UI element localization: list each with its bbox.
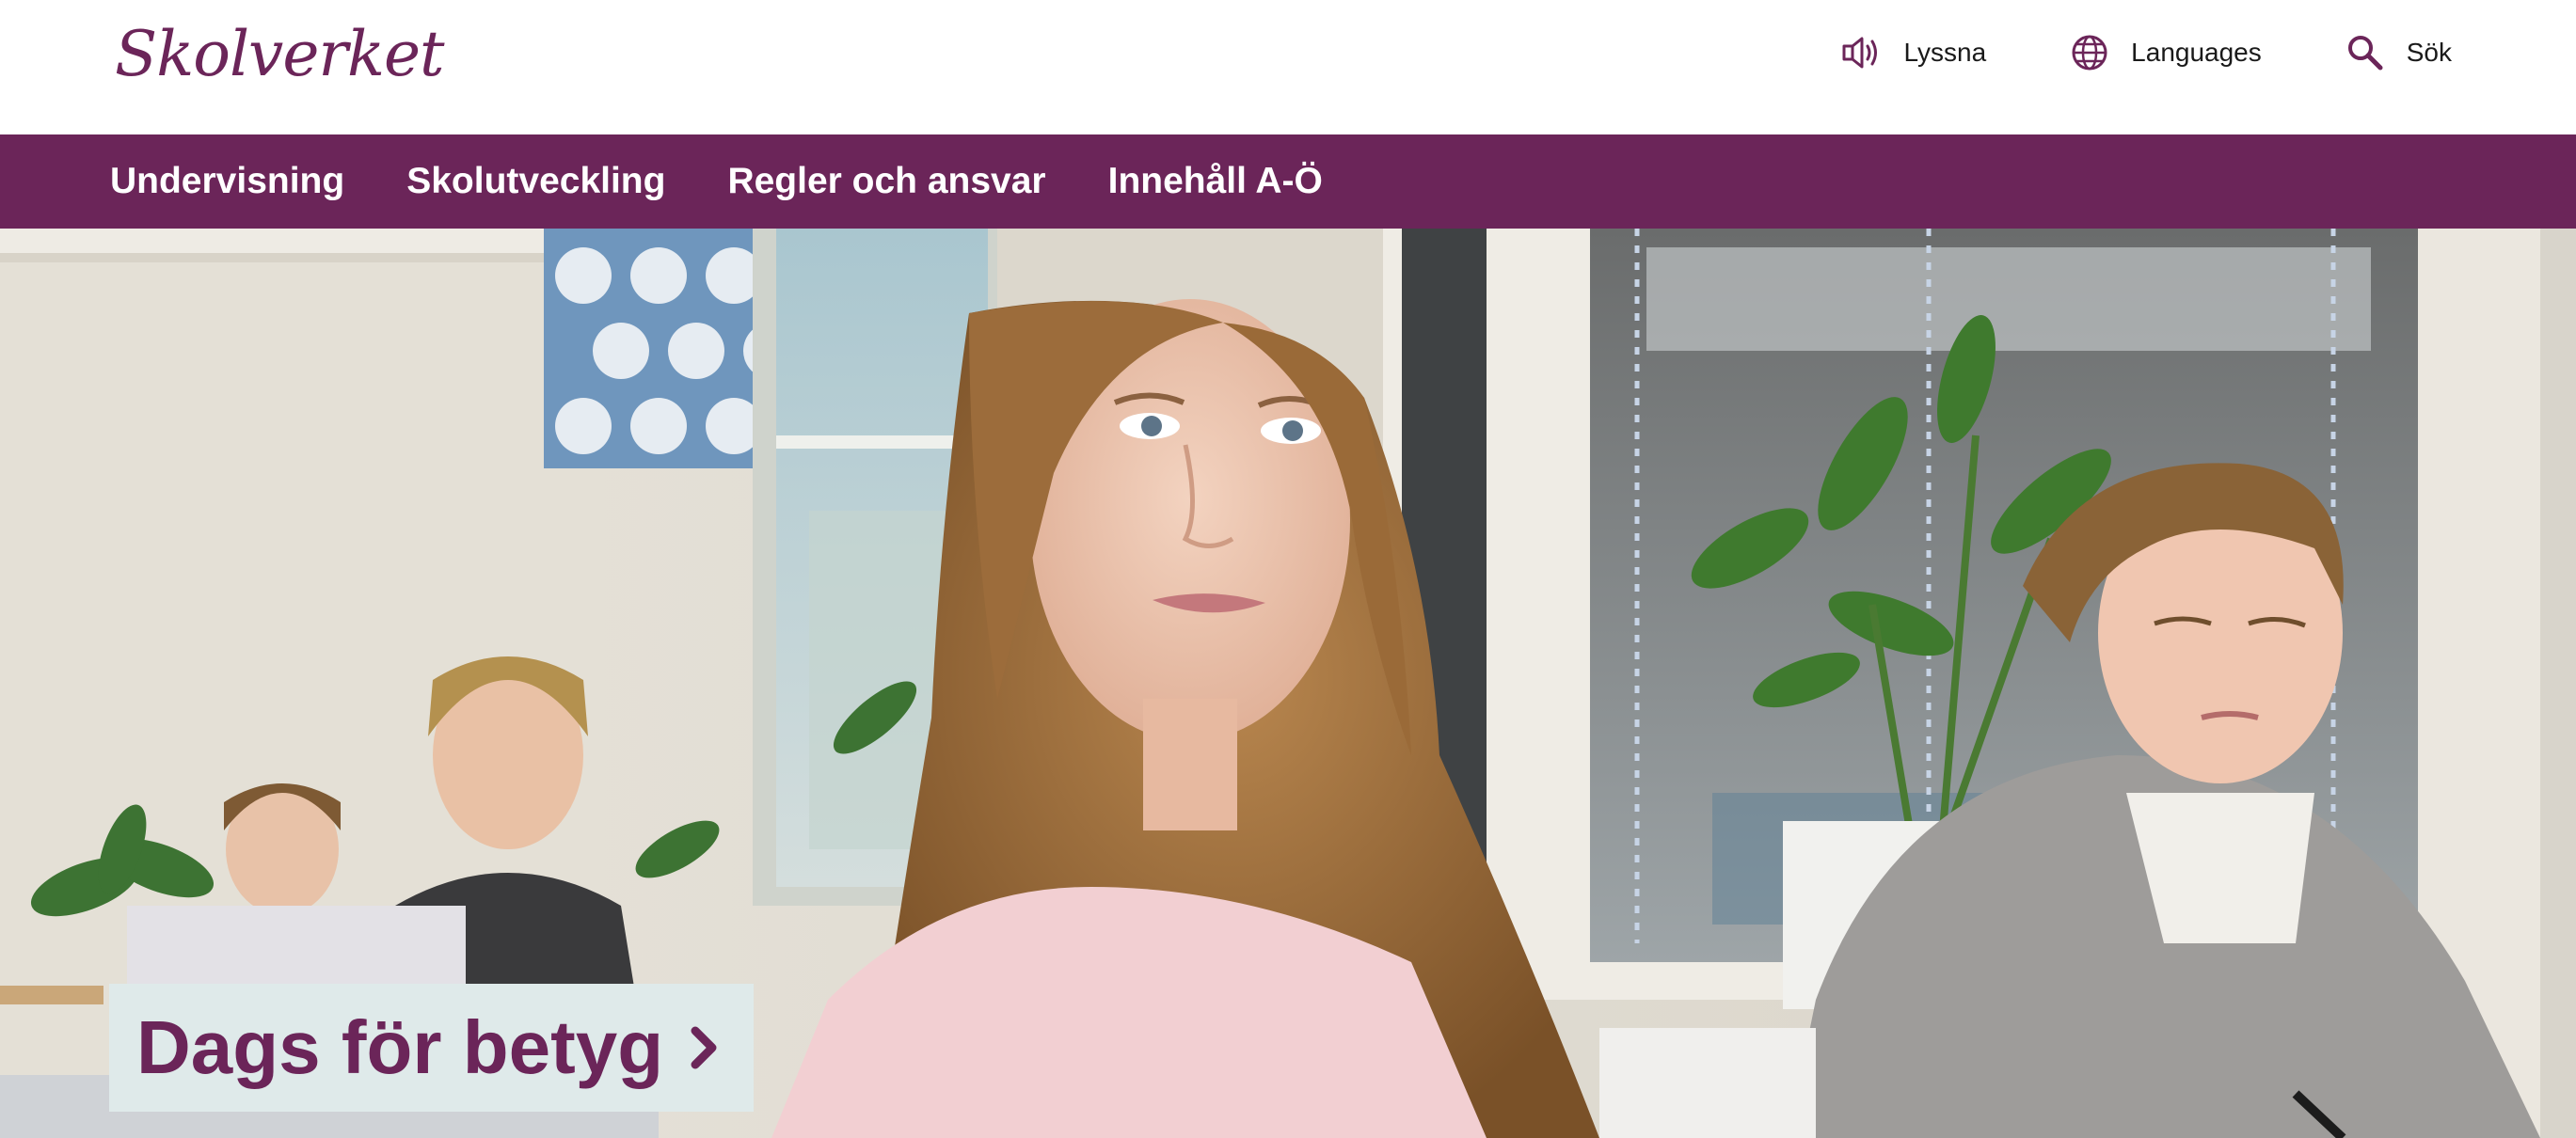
languages-button[interactable]: Languages [2069, 32, 2262, 73]
nav-list: Undervisning Skolutveckling Regler och a… [0, 134, 2576, 229]
globe-icon [2069, 32, 2110, 73]
speaker-icon [1841, 32, 1883, 73]
dags-for-betyg-link[interactable]: Dags för betyg [109, 984, 755, 1112]
listen-label: Lyssna [1903, 38, 1987, 67]
header-tools: Lyssna Languages Sök [1841, 26, 2452, 79]
search-icon [2345, 32, 2386, 73]
site-header: Skolverket Lyssna Languages Sök [0, 0, 2576, 134]
main-navigation: Undervisning Skolutveckling Regler och a… [0, 134, 2576, 229]
languages-label: Languages [2131, 38, 2262, 67]
skolverket-logo[interactable]: Skolverket [115, 17, 445, 92]
listen-button[interactable]: Lyssna [1841, 32, 1986, 73]
nav-item-undervisning[interactable]: Undervisning [110, 161, 344, 202]
nav-item-regler-och-ansvar[interactable]: Regler och ansvar [727, 161, 1045, 202]
chevron-right-icon [690, 1021, 722, 1074]
nav-item-innehall-a-o[interactable]: Innehåll A-Ö [1108, 161, 1323, 202]
nav-item-skolutveckling[interactable]: Skolutveckling [406, 161, 665, 202]
search-button[interactable]: Sök [2345, 32, 2452, 73]
search-label: Sök [2406, 38, 2452, 67]
cta-label: Dags för betyg [136, 1005, 664, 1089]
